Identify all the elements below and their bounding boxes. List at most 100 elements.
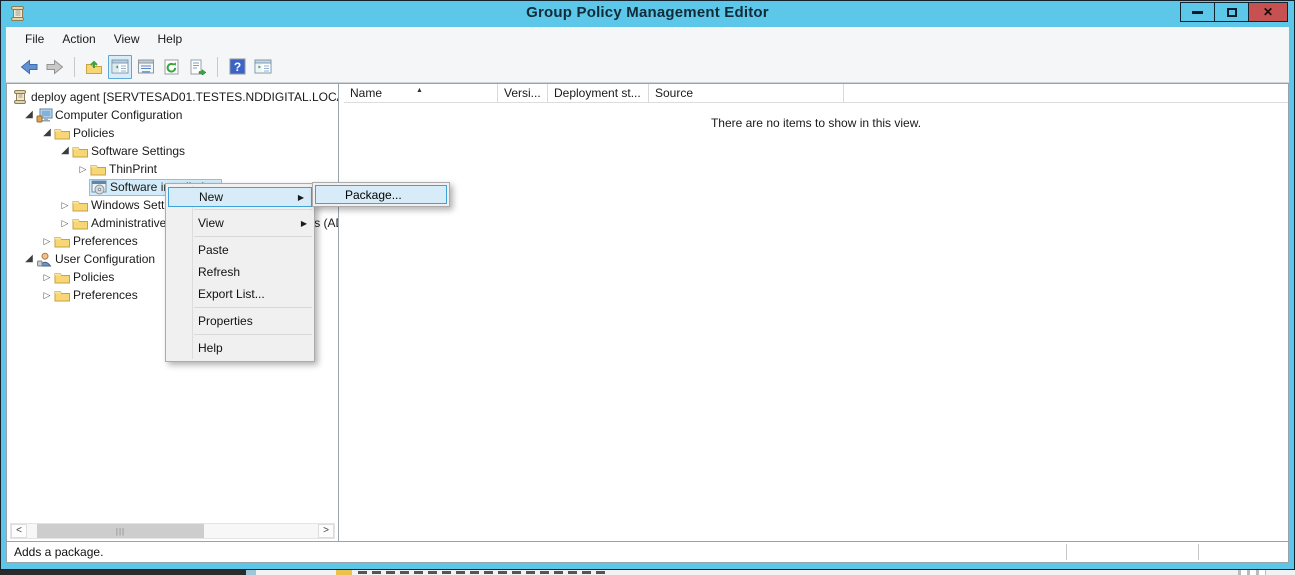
tree-item-label: deploy agent [SERVTESAD01.TESTES.NDDIGIT… [29, 90, 339, 104]
help-button[interactable]: ? [225, 55, 249, 79]
close-button[interactable]: ✕ [1249, 3, 1287, 21]
column-header-deployment-state[interactable]: Deployment st... [548, 84, 649, 102]
tree-item-label: Preferences [71, 288, 138, 302]
show-action-pane-button[interactable] [251, 55, 275, 79]
folder-icon [53, 288, 71, 302]
expander-collapsed-icon[interactable]: ▷ [59, 219, 71, 228]
menu-item-label: Package... [345, 188, 402, 202]
tree-item-gpo-root[interactable]: deploy agent [SERVTESAD01.TESTES.NDDIGIT… [7, 88, 338, 106]
refresh-button[interactable] [160, 55, 184, 79]
svg-text:?: ? [233, 60, 240, 74]
horizontal-scrollbar[interactable]: < ||| > [10, 523, 335, 539]
tree-item-label: Policies [71, 126, 114, 140]
expander-expanded-icon[interactable]: ◢ [41, 128, 53, 138]
expander-collapsed-icon[interactable]: ▷ [77, 165, 89, 174]
results-pane: Name ▲ Versi... Deployment st... Source [344, 84, 1288, 541]
submenu-arrow-icon: ▶ [301, 219, 307, 228]
tree-item-label: Software Settings [89, 144, 185, 158]
minimize-icon [1192, 11, 1203, 14]
maximize-button[interactable] [1215, 3, 1249, 21]
menu-item-package[interactable]: Package... [315, 185, 447, 204]
folder-icon [71, 216, 89, 230]
maximize-icon [1227, 8, 1237, 17]
menu-item-export-list[interactable]: Export List... [166, 283, 314, 305]
statusbar-divider [1066, 544, 1067, 560]
menu-view[interactable]: View [105, 29, 149, 49]
export-list-icon [189, 59, 207, 75]
scroll-left-button[interactable]: < [11, 524, 27, 538]
refresh-icon [163, 59, 181, 75]
tree-item-software-settings[interactable]: ◢ Software Settings [7, 142, 338, 160]
column-header-name[interactable]: Name ▲ [344, 84, 498, 102]
background-fragment [1238, 570, 1266, 575]
expander-collapsed-icon[interactable]: ▷ [41, 237, 53, 246]
statusbar-divider [1198, 544, 1199, 560]
menu-item-new[interactable]: New ▶ [168, 187, 312, 207]
menu-item-help[interactable]: Help [166, 337, 314, 359]
back-button[interactable] [17, 55, 41, 79]
menu-item-label: Properties [198, 314, 253, 328]
scroll-right-button[interactable]: > [318, 524, 334, 538]
menu-item-properties[interactable]: Properties [166, 310, 314, 332]
menu-action[interactable]: Action [53, 29, 104, 49]
forward-icon [45, 58, 65, 76]
menu-item-refresh[interactable]: Refresh [166, 261, 314, 283]
menu-file[interactable]: File [16, 29, 53, 49]
folder-icon-fragment [336, 570, 352, 575]
statusbar: Adds a package. [6, 542, 1289, 563]
background-window-fragment [0, 570, 1295, 575]
tree-item-thinprint[interactable]: ▷ ThinPrint [7, 160, 338, 178]
menu-item-paste[interactable]: Paste [166, 239, 314, 261]
minimize-button[interactable] [1181, 3, 1215, 21]
export-list-button[interactable] [186, 55, 210, 79]
expander-expanded-icon[interactable]: ◢ [23, 110, 35, 120]
tree-item-policies[interactable]: ◢ Policies [7, 124, 338, 142]
column-header-version[interactable]: Versi... [498, 84, 548, 102]
list-header: Name ▲ Versi... Deployment st... Source [344, 84, 1288, 103]
menu-help[interactable]: Help [149, 29, 192, 49]
scrollbar-thumb[interactable]: ||| [37, 524, 204, 538]
column-label: Source [655, 86, 693, 100]
status-text: Adds a package. [14, 545, 103, 559]
menu-item-view[interactable]: View ▶ [166, 212, 314, 234]
toolbar-separator [74, 57, 75, 77]
back-icon [19, 58, 39, 76]
gpo-scroll-icon [11, 89, 29, 105]
menu-item-label: Paste [198, 243, 229, 257]
expander-collapsed-icon[interactable]: ▷ [41, 273, 53, 282]
tree-item-label: Policies [71, 270, 114, 284]
tree-item-label: User Configuration [53, 252, 155, 266]
show-console-tree-button[interactable] [108, 55, 132, 79]
expander-expanded-icon[interactable]: ◢ [59, 146, 71, 156]
empty-list-message: There are no items to show in this view. [344, 103, 1288, 130]
expander-expanded-icon[interactable]: ◢ [23, 254, 35, 264]
toolbar: ? [6, 51, 1289, 83]
menu-separator [194, 209, 312, 210]
folder-icon [53, 270, 71, 284]
tree-item-label: Computer Configuration [53, 108, 182, 122]
menu-item-label: New [199, 190, 223, 204]
up-one-level-button[interactable] [82, 55, 106, 79]
folder-icon [71, 144, 89, 158]
column-label: Versi... [504, 86, 541, 100]
close-icon: ✕ [1263, 6, 1273, 18]
console-tree-icon [111, 59, 129, 74]
action-pane-icon [254, 59, 272, 74]
column-header-source[interactable]: Source [649, 84, 844, 102]
menu-item-label: View [198, 216, 224, 230]
expander-collapsed-icon[interactable]: ▷ [59, 201, 71, 210]
help-icon: ? [229, 58, 246, 75]
titlebar[interactable]: Group Policy Management Editor ✕ [1, 1, 1294, 26]
menu-separator [194, 236, 312, 237]
scrollbar-track[interactable]: ||| [27, 524, 318, 538]
menu-separator [194, 334, 312, 335]
tree-item-computer-configuration[interactable]: ◢ Computer Configuration [7, 106, 338, 124]
window-title: Group Policy Management Editor [1, 4, 1294, 21]
forward-button[interactable] [43, 55, 67, 79]
new-submenu: Package... [312, 182, 450, 207]
menubar: File Action View Help [6, 27, 1289, 51]
window-controls: ✕ [1180, 2, 1288, 22]
expander-collapsed-icon[interactable]: ▷ [41, 291, 53, 300]
properties-button[interactable] [134, 55, 158, 79]
scrollbar-grip-icon: ||| [116, 527, 125, 536]
